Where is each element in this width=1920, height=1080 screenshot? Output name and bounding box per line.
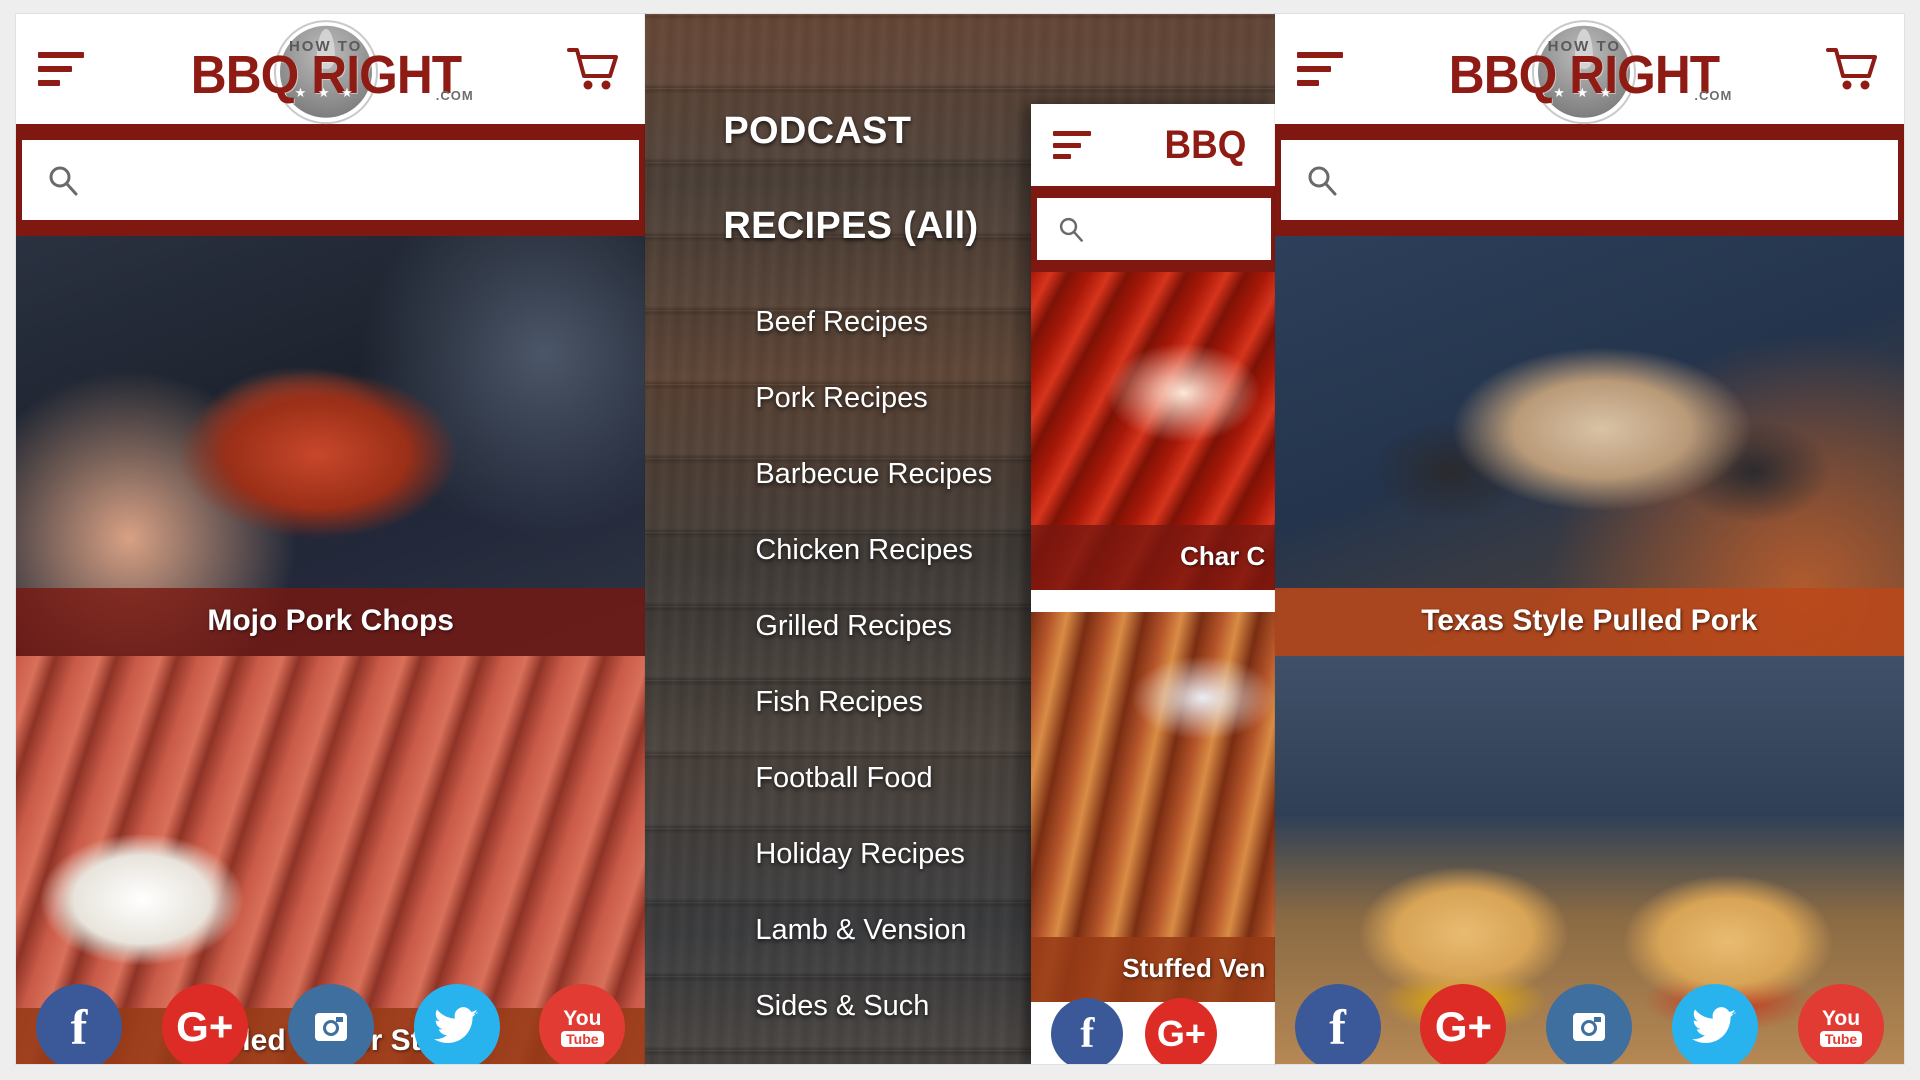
logo-wordmark-partial: BBQ [1164,122,1247,167]
instagram-icon[interactable] [1546,984,1633,1064]
recipe-card-caption: Texas Style Pulled Pork [1274,588,1904,656]
search-box[interactable] [22,140,640,220]
phone-panel-left: HOW TO BBQ RIGHT ★ ★ ★ .COM Mojo Pork Ch… [16,14,646,1064]
recipe-card-caption: Stuffed Ven [1031,937,1275,1002]
youtube-icon[interactable]: You Tube [1798,984,1885,1064]
youtube-tube-text: Tube [1819,1030,1863,1047]
google-plus-glyph: G+ [176,1003,234,1050]
search-icon [46,163,80,197]
facebook-icon[interactable]: f [1051,998,1124,1064]
logo-dotcom: .COM [435,88,474,103]
google-plus-icon[interactable]: G+ [161,984,248,1064]
facebook-glyph: f [1329,999,1346,1055]
instagram-icon[interactable] [287,984,374,1064]
shopping-cart-icon[interactable] [1825,46,1878,92]
youtube-icon[interactable]: You Tube [539,984,626,1064]
search-bar-overlay [1031,198,1275,260]
youtube-you-text: You [1821,1006,1861,1030]
youtube-you-text: You [563,1006,602,1030]
card-list-right: Texas Style Pulled Pork [1274,236,1904,1064]
site-logo[interactable]: HOW TO BBQ RIGHT ★ ★ ★ .COM [1434,20,1734,125]
twitter-icon[interactable] [413,984,500,1064]
google-plus-icon[interactable]: G+ [1420,984,1507,1064]
youtube-tube-text: Tube [561,1030,604,1047]
card-list-overlay: Char C Stuffed Ven [1031,272,1275,1002]
app-header-right: HOW TO BBQ RIGHT ★ ★ ★ .COM [1274,14,1904,125]
search-box[interactable] [1037,198,1272,260]
twitter-icon[interactable] [1672,984,1759,1064]
search-input[interactable] [1097,216,1269,242]
search-bar-right [1274,140,1904,220]
google-plus-icon[interactable]: G+ [1145,998,1218,1064]
app-header-left: HOW TO BBQ RIGHT ★ ★ ★ .COM [16,14,646,125]
facebook-icon[interactable]: f [35,984,122,1064]
search-icon [1305,163,1339,197]
search-input[interactable] [92,167,567,193]
search-input[interactable] [1350,167,1826,193]
phone-panel-right: HOW TO BBQ RIGHT ★ ★ ★ .COM Texas Style … [1274,14,1904,1064]
card-list-left: Mojo Pork Chops Grilled Butter Steak [16,236,646,1064]
recipe-card-caption: Mojo Pork Chops [16,588,646,656]
recipe-card[interactable]: Stuffed Ven [1031,612,1275,1002]
recipe-card-caption: Char C [1031,525,1275,590]
search-box[interactable] [1280,140,1898,220]
search-bar-left [16,140,646,220]
hamburger-icon[interactable] [1053,131,1092,159]
phone-panel-middle: PODCAST RECIPES (All) Beef Recipes Pork … [645,14,1275,1064]
facebook-icon[interactable]: f [1294,984,1381,1064]
logo-dotcom: .COM [1694,88,1733,103]
google-plus-glyph: G+ [1434,1003,1493,1050]
header-red-divider [16,124,646,140]
recipe-card[interactable]: Mojo Pork Chops [16,236,646,656]
screenshot-stage: HOW TO BBQ RIGHT ★ ★ ★ .COM Mojo Pork Ch… [0,0,1920,1080]
search-red-divider [1274,220,1904,236]
logo-stars: ★ ★ ★ [1553,85,1616,100]
shopping-cart-icon[interactable] [567,46,619,92]
facebook-glyph: f [70,999,88,1055]
hamburger-icon[interactable] [38,52,84,86]
social-bar-overlay: f G+ [1031,998,1274,1064]
logo-stars: ★ ★ ★ [294,85,357,100]
hamburger-icon[interactable] [1296,52,1343,86]
search-red-divider [1031,260,1275,272]
recipe-card[interactable]: Texas Style Pulled Pork [1274,236,1904,656]
search-red-divider [16,220,646,236]
facebook-glyph: f [1080,1011,1095,1057]
overlay-panel: BBQ Char C Stuffed Ven f G+ [1031,104,1275,1064]
recipe-card[interactable]: Char C [1031,272,1275,590]
site-logo[interactable]: HOW TO BBQ RIGHT ★ ★ ★ .COM [176,20,476,125]
search-icon [1057,215,1085,243]
header-red-divider [1031,186,1275,198]
header-red-divider [1274,124,1904,140]
google-plus-glyph: G+ [1156,1013,1206,1054]
app-header-overlay: BBQ [1031,104,1275,186]
